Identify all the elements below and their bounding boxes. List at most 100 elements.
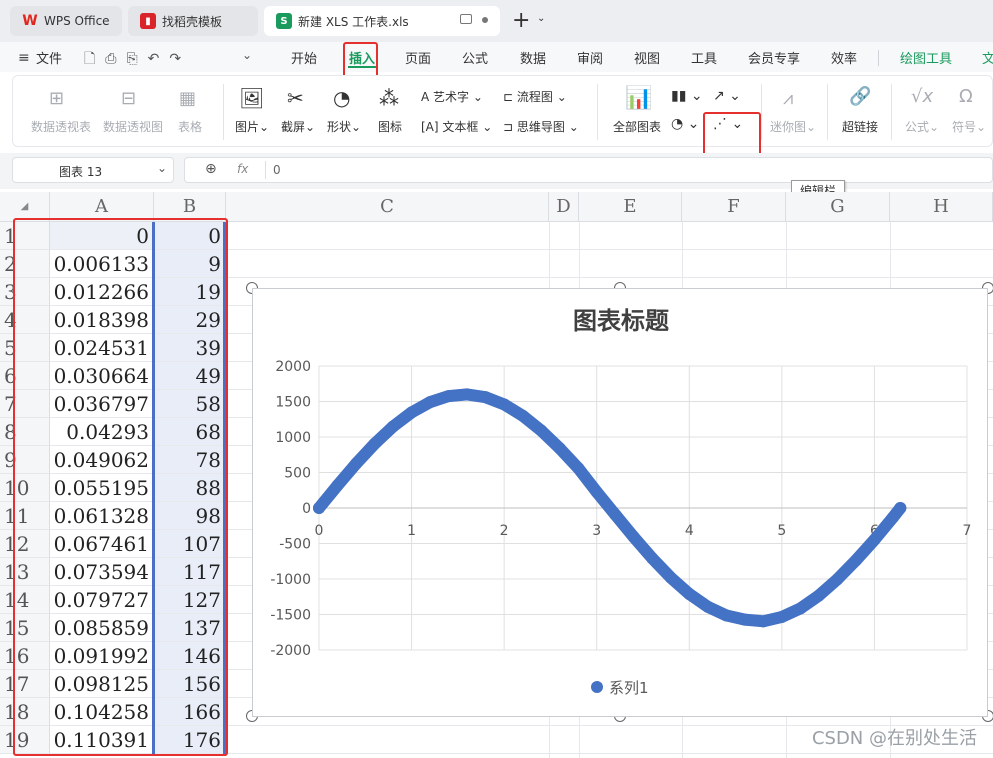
col-header-d[interactable]: D [549,192,579,222]
icons-icon: ⁂ [379,86,399,110]
data-point [849,554,862,567]
y-tick-label: -1000 [270,572,311,588]
table-icon: ▦ [179,88,197,109]
shapes-button[interactable]: 形状⌄ [325,118,363,135]
mind-map-button[interactable]: ⊐ 思维导图 ⌄ [503,118,579,135]
sparklines-label: 迷你图 [769,120,806,134]
y-tick-label: 500 [284,466,311,482]
data-point [794,602,807,615]
menu-data[interactable]: 数据 [520,48,546,67]
data-point [738,613,751,626]
ribbon-separator [761,84,762,140]
ribbon-separator [223,84,224,140]
hyperlink-button[interactable]: 超链接 [835,118,885,135]
menu-tools[interactable]: 工具 [691,48,717,67]
tab-wps-office[interactable]: W WPS Office [10,6,122,36]
col-header-e[interactable]: E [579,192,682,222]
pivot-table-button[interactable]: 数据透视表 [29,118,93,135]
art-text-button[interactable]: A 艺术字 ⌄ [421,88,483,105]
mind-map-label: 思维导图 [516,120,565,134]
picture-button[interactable]: 图片⌄ [233,118,271,135]
col-header-f[interactable]: F [682,192,786,222]
data-point [627,531,640,544]
data-point [720,609,733,622]
formula-button[interactable]: 公式⌄ [899,118,945,135]
menu-view[interactable]: 视图 [634,48,660,67]
data-point [405,406,418,419]
pivot-chart-button[interactable]: 数据透视图 [101,118,165,135]
tab-label: 找稻壳模板 [162,14,223,29]
formula-label: 公式 [904,120,929,134]
pivot-table-icon: ⊞ [49,88,65,109]
quick-access-chevron-icon[interactable]: ⌄ [242,48,252,62]
chevron-down-icon[interactable]: ⌄ [537,13,545,24]
column-chart-button[interactable]: ▮▮ ⌄ [671,88,703,104]
col-header-h[interactable]: H [890,192,993,222]
data-point [442,390,455,403]
data-point [701,600,714,613]
flowchart-button[interactable]: ⊏ 流程图 ⌄ [503,88,567,105]
symbol-button[interactable]: 符号⌄ [947,118,991,135]
data-point [498,398,511,411]
tab-spreadsheet[interactable]: S 新建 XLS 工作表.xls [264,6,500,36]
grid-line [226,249,993,250]
x-tick-label: 2 [500,523,509,539]
screenshot-button[interactable]: 截屏⌄ [279,118,317,135]
formula-value: 0 [273,163,281,177]
art-text-label: 艺术字 [433,90,470,104]
y-tick-label: 1500 [275,395,311,411]
line-chart-button[interactable]: ↗ ⌄ [713,88,741,104]
hamburger-icon[interactable]: ≡ [18,50,30,66]
x-tick-label: 4 [685,523,694,539]
menu-formula[interactable]: 公式 [462,48,488,67]
x-tick-label: 3 [592,523,601,539]
chevron-down-icon[interactable]: ⌄ [157,161,167,175]
sparklines-button[interactable]: 迷你图⌄ [765,118,821,135]
menu-drawing-tools[interactable]: 绘图工具 [900,48,952,67]
data-point [535,424,548,437]
menu-overflow[interactable]: 文 [982,48,993,67]
grid-line [226,753,993,754]
legend-marker [591,681,603,693]
fx-icon[interactable]: fx [237,162,248,176]
menu-page[interactable]: 页面 [405,48,431,67]
quick-access-icons[interactable]: 🗋⎙⎘↶↷ [84,48,191,72]
data-point [479,391,492,404]
pie-chart-button[interactable]: ◔ ⌄ [671,116,699,132]
ribbon-separator [827,84,828,140]
formula-icon: √x [911,86,934,107]
all-charts-button[interactable]: 全部图表 [609,118,665,135]
menu-file[interactable]: 文件 [36,48,62,67]
highlight-data-range [13,218,228,756]
menu-member[interactable]: 会员专享 [748,48,800,67]
menu-efficiency[interactable]: 效率 [831,48,857,67]
icons-button[interactable]: 图标 [371,118,409,135]
chart-area[interactable]: 图表标题 2000 1500 1000 500 0 -500 -1000 -1500 -2000 0… [252,288,988,717]
data-point [350,457,363,470]
formula-input[interactable]: ⊕ fx 0 [184,157,993,183]
col-header-g[interactable]: G [786,192,890,222]
new-tab-plus-icon[interactable]: + [512,8,530,33]
shapes-icon: ◔ [333,86,351,110]
data-point [609,508,622,521]
text-box-button[interactable]: [A] 文本框 ⌄ [421,118,492,135]
menu-start[interactable]: 开始 [291,48,317,67]
col-header-c[interactable]: C [226,192,549,222]
y-tick-label: 0 [302,501,311,517]
picture-label: 图片 [234,120,259,134]
y-tick-label: 1000 [275,430,311,446]
data-point [757,615,770,628]
menu-review[interactable]: 审阅 [577,48,603,67]
screenshot-label: 截屏 [280,120,305,134]
sparkline-icon: ⩘ [783,88,794,109]
tab-docer-templates[interactable]: ▮ 找稻壳模板 [128,6,258,36]
formula-divider [265,161,266,179]
close-dot-icon[interactable] [482,17,488,23]
table-button[interactable]: 表格 [173,118,207,135]
data-point [831,573,844,586]
zoom-icon[interactable]: ⊕ [205,161,217,177]
y-tick-label: -1500 [270,608,311,624]
data-point [461,388,474,401]
screen-icon[interactable] [460,14,472,24]
name-box[interactable]: 图表 13 ⌄ [12,157,174,183]
